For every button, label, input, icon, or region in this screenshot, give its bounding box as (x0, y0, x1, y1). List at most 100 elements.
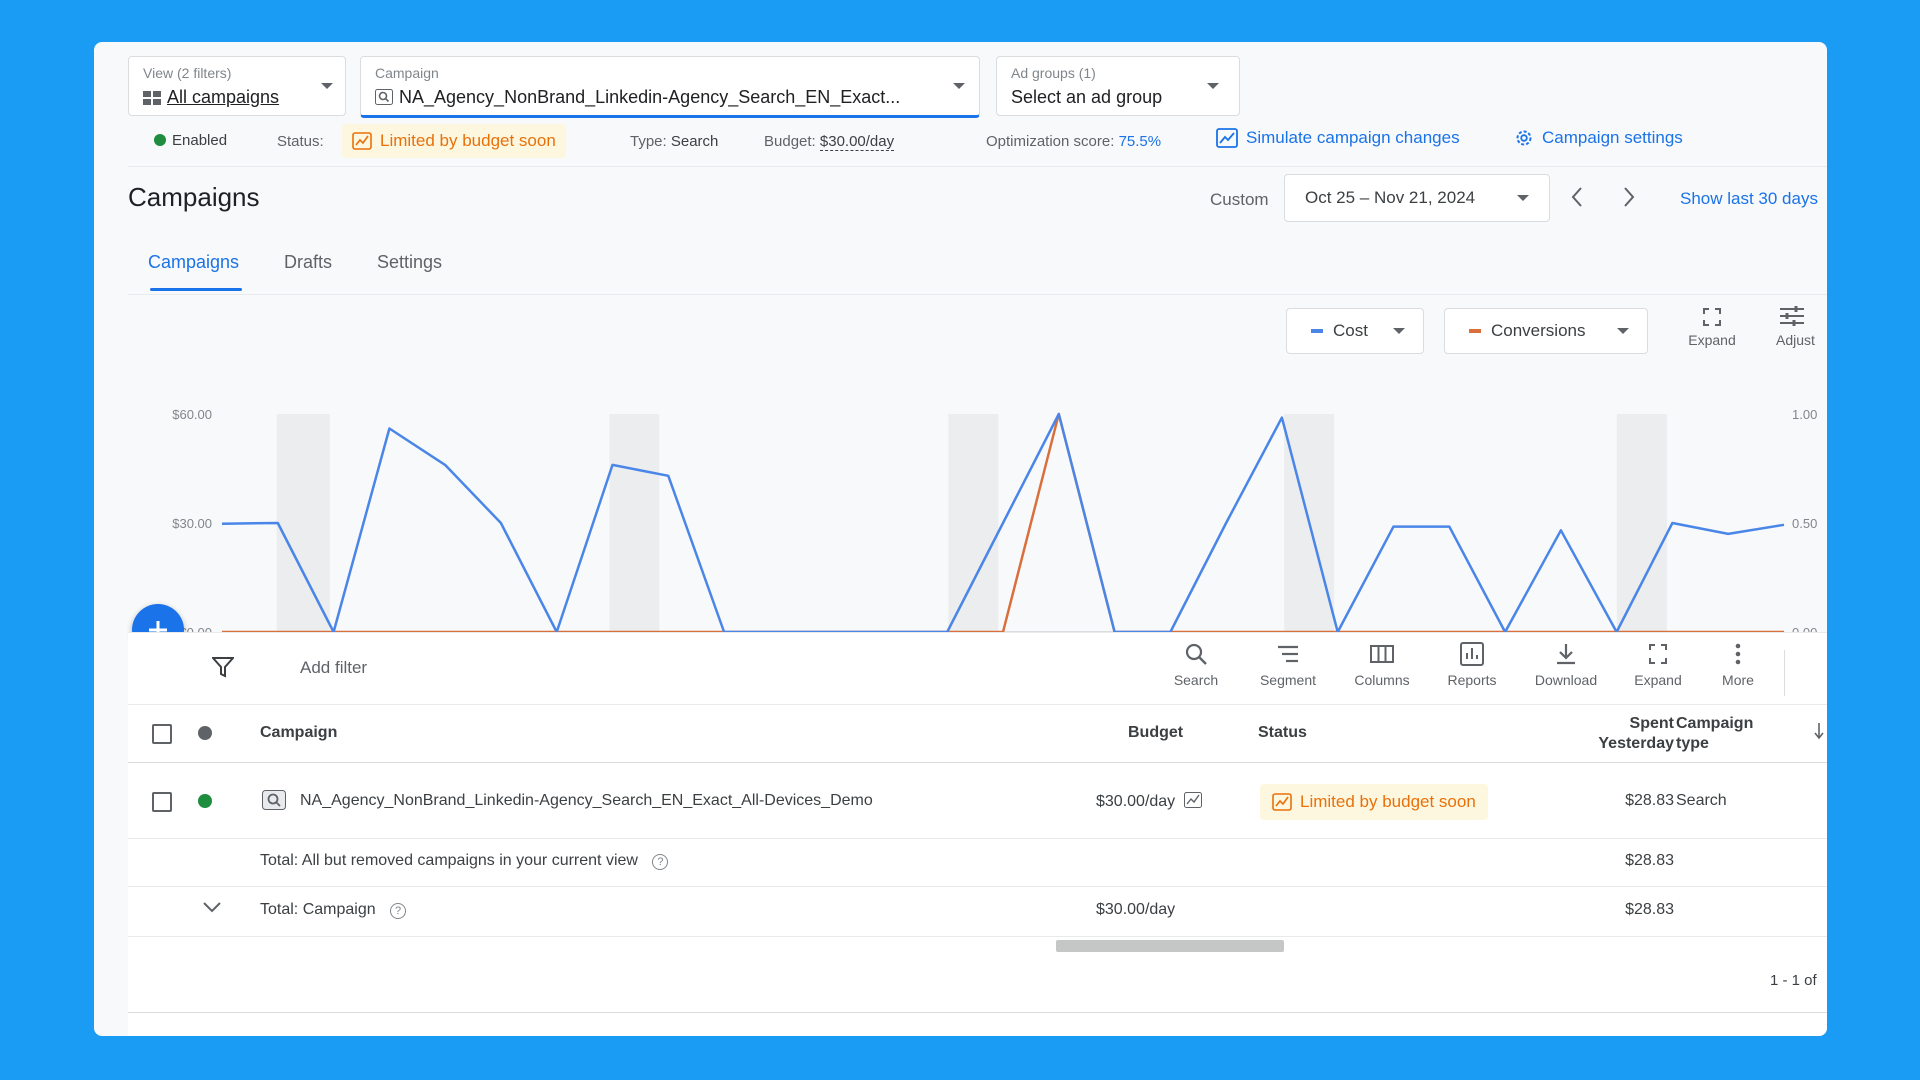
green-dot-icon (154, 134, 166, 146)
budget-chart-icon[interactable] (1183, 792, 1202, 808)
chart-adjust-button[interactable]: Adjust (1770, 306, 1827, 348)
search-campaign-icon (262, 790, 286, 815)
toolbar-columns-button[interactable]: Columns (1342, 642, 1422, 688)
spent-header-line2: Yesterday (1598, 735, 1674, 752)
status-label: Status: (277, 133, 324, 150)
budget-value-link[interactable]: $30.00/day (819, 133, 895, 151)
toolbar-search-label: Search (1173, 672, 1219, 688)
view-filter-label: View (2 filters) (143, 65, 232, 81)
filter-icon[interactable] (210, 656, 236, 683)
weekend-band (1616, 414, 1667, 632)
search-campaign-icon (375, 89, 393, 110)
divider (128, 762, 1827, 763)
help-icon[interactable]: ? (390, 903, 407, 919)
chart-adjust-label: Adjust (1776, 332, 1815, 348)
budget-status-text: Limited by budget soon (380, 131, 556, 150)
opt-label: Optimization score: (986, 133, 1115, 150)
divider (128, 936, 1827, 937)
toolbar-search-button[interactable]: Search (1156, 642, 1236, 688)
cost-series-swatch (1311, 329, 1323, 333)
tab-drafts[interactable]: Drafts (284, 252, 332, 273)
row-spent: $28.83 (1625, 792, 1674, 809)
previous-period-button[interactable] (1570, 186, 1584, 213)
toolbar-more-button[interactable]: More (1698, 642, 1778, 688)
metric-cost-selector[interactable]: Cost (1286, 308, 1424, 354)
page-title: Campaigns (128, 182, 260, 212)
type-value: Search (670, 133, 719, 150)
type-header-line1: Campaign (1676, 715, 1754, 732)
toolbar-reports-label: Reports (1447, 672, 1497, 688)
expand-icon (1703, 308, 1721, 326)
expand-totals-chevron-icon[interactable] (202, 900, 222, 918)
campaign-dropdown[interactable]: Campaign NA_Agency_NonBrand_Linkedin-Age… (360, 56, 980, 118)
chevron-left-icon (1571, 187, 1582, 207)
cost-metric-label: Cost (1333, 321, 1368, 340)
column-header-campaign[interactable]: Campaign (260, 724, 337, 742)
chart-expand-button[interactable]: Expand (1674, 308, 1750, 348)
simulate-chart-icon (1216, 128, 1238, 148)
conversions-metric-label: Conversions (1491, 321, 1586, 340)
campaign-type-info: Type: Search (630, 133, 718, 150)
row-campaign-type: Search (1676, 792, 1727, 809)
total-all-spent: $28.83 (1625, 852, 1674, 869)
tab-campaigns[interactable]: Campaigns (148, 252, 239, 273)
optimization-score: Optimization score: 75.5% (986, 133, 1161, 150)
grid-icon (143, 89, 161, 110)
next-period-button[interactable] (1622, 186, 1636, 213)
y-tick-left: $60.00 (172, 407, 212, 422)
view-filter-dropdown[interactable]: View (2 filters) All campaigns (128, 56, 346, 116)
row-status-badge[interactable]: Limited by budget soon (1260, 784, 1488, 820)
search-icon (1185, 643, 1207, 665)
divider (128, 1012, 1827, 1013)
chevron-right-icon (1624, 187, 1635, 207)
column-header-spent-yesterday[interactable]: Spent Yesterday (1564, 714, 1674, 754)
toolbar-segment-button[interactable]: Segment (1248, 642, 1328, 688)
total-campaign-budget: $30.00/day (1096, 901, 1176, 918)
enabled-indicator: Enabled (154, 132, 227, 149)
view-filter-value: All campaigns (143, 87, 279, 110)
y-tick-right: 0.50 (1792, 516, 1817, 531)
total-all-text: Total: All but removed campaigns in your… (260, 852, 638, 869)
performance-chart: $60.00$30.00$0.001.000.500.00Oct 25, 202… (172, 407, 1817, 657)
ad-group-dropdown[interactable]: Ad groups (1) Select an ad group (996, 56, 1240, 116)
sort-arrow-icon[interactable] (1814, 722, 1824, 745)
toolbar-reports-button[interactable]: Reports (1432, 642, 1512, 688)
campaign-name-link[interactable]: NA_Agency_NonBrand_Linkedin-Agency_Searc… (300, 792, 873, 810)
add-filter-button[interactable]: Add filter (300, 658, 367, 678)
show-last-30-days-link[interactable]: Show last 30 days (1680, 189, 1818, 209)
chart-expand-label: Expand (1688, 332, 1736, 348)
chevron-down-icon (953, 83, 965, 89)
table-panel (128, 632, 1827, 1036)
simulate-changes-link[interactable]: Simulate campaign changes (1216, 128, 1460, 148)
y-tick-left: $30.00 (172, 516, 212, 531)
row-checkbox[interactable] (152, 792, 172, 812)
toolbar-expand-button[interactable]: Expand (1618, 642, 1698, 688)
tab-settings[interactable]: Settings (377, 252, 442, 273)
column-header-campaign-type[interactable]: Campaign type (1676, 714, 1753, 754)
toolbar-download-button[interactable]: Download (1526, 642, 1606, 688)
divider (128, 886, 1827, 887)
opt-value[interactable]: 75.5% (1119, 133, 1162, 150)
column-header-budget[interactable]: Budget (1128, 724, 1183, 742)
metric-conversions-selector[interactable]: Conversions (1444, 308, 1648, 354)
horizontal-scrollbar[interactable] (1056, 940, 1284, 952)
help-icon[interactable]: ? (652, 854, 669, 870)
divider (128, 704, 1827, 705)
budget-status-badge[interactable]: Limited by budget soon (342, 124, 566, 158)
campaign-settings-link[interactable]: Campaign settings (1514, 128, 1683, 148)
row-budget-text: $30.00/day (1096, 793, 1176, 810)
toolbar-download-label: Download (1534, 672, 1598, 688)
download-icon (1557, 644, 1575, 665)
enabled-dot-icon (198, 794, 212, 808)
tune-icon (1780, 306, 1804, 326)
campaign-dropdown-text: NA_Agency_NonBrand_Linkedin-Agency_Searc… (399, 87, 901, 107)
view-filter-text: All campaigns (167, 87, 280, 107)
enabled-text: Enabled (172, 132, 228, 149)
ad-group-value: Select an ad group (1011, 87, 1163, 107)
reports-icon (1460, 642, 1484, 666)
select-all-checkbox[interactable] (152, 724, 172, 744)
column-header-status[interactable]: Status (1258, 724, 1307, 742)
date-range-picker[interactable]: Oct 25 – Nov 21, 2024 (1284, 174, 1550, 222)
more-vert-icon (1735, 643, 1741, 665)
divider (128, 166, 1827, 167)
